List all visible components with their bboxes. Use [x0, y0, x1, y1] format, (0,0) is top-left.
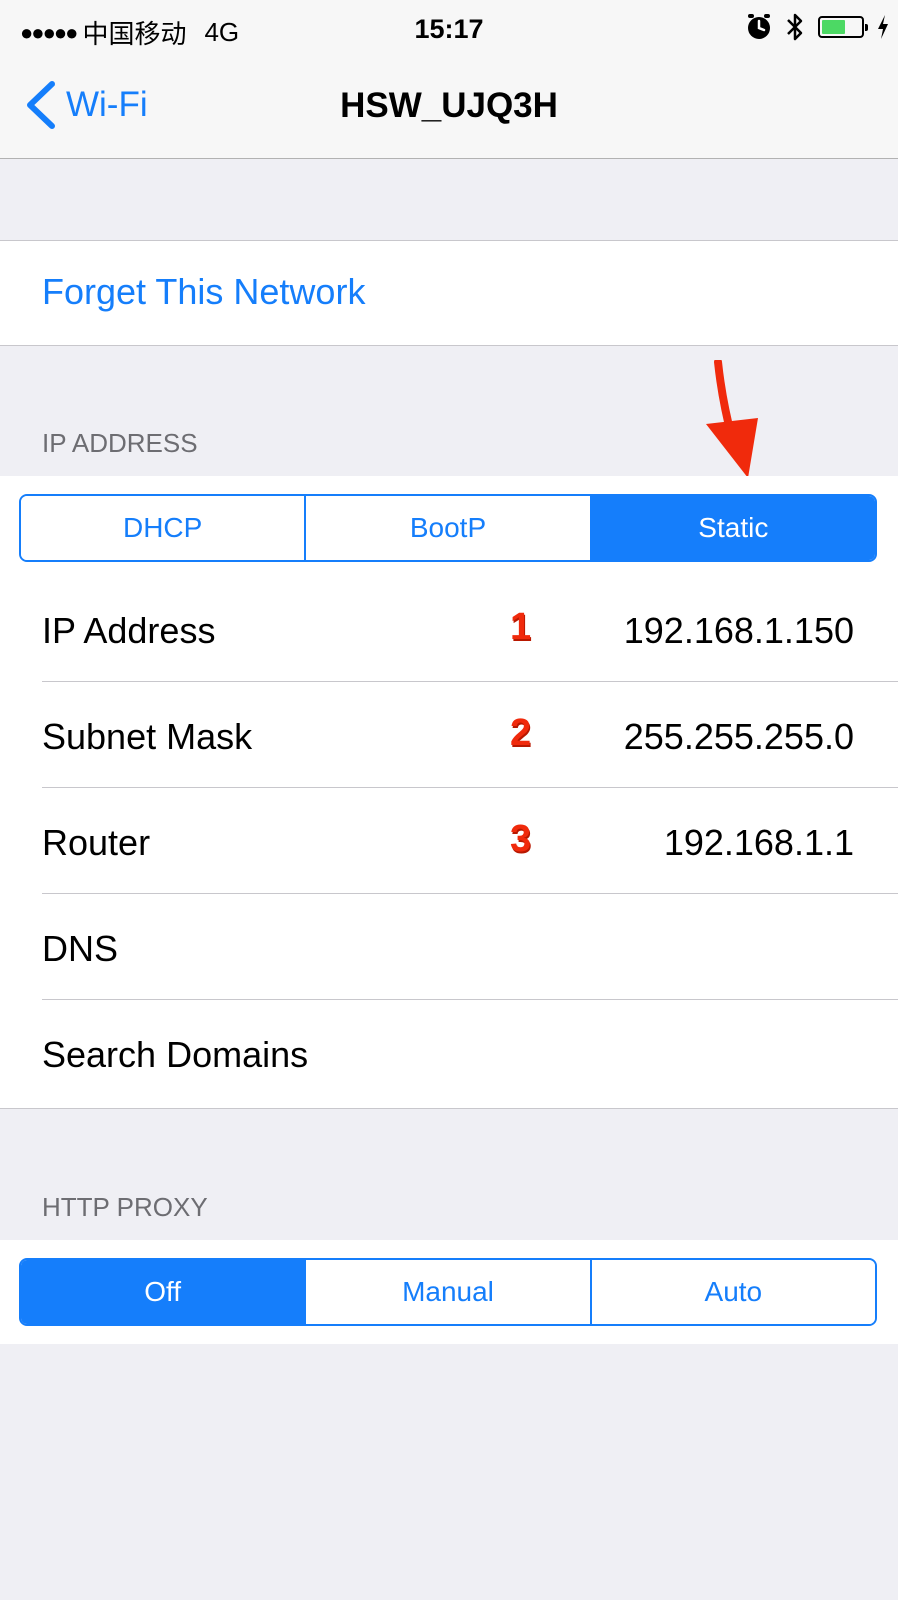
row-ip-address[interactable]: IP Address 1 192.168.1.150: [42, 576, 898, 682]
battery-icon: [818, 16, 868, 38]
status-bar: ●●●●● 中国移动 4G 15:17: [0, 0, 898, 62]
segment-manual[interactable]: Manual: [306, 1260, 592, 1324]
ip-settings-list: IP Address 1 192.168.1.150 Subnet Mask 2…: [0, 576, 898, 1109]
row-search-domains[interactable]: Search Domains: [42, 1000, 898, 1106]
ip-mode-segmented-control: DHCP BootP Static: [19, 494, 877, 562]
proxy-mode-segmented-control: Off Manual Auto: [19, 1258, 877, 1326]
row-label: Router: [42, 822, 151, 863]
row-label: IP Address: [42, 610, 216, 651]
navigation-bar: Wi-Fi HSW_UJQ3H: [0, 62, 898, 159]
row-label: DNS: [42, 928, 119, 969]
row-label: Subnet Mask: [42, 716, 253, 757]
router-value[interactable]: 192.168.1.1: [664, 822, 854, 864]
segment-dhcp[interactable]: DHCP: [21, 496, 307, 560]
ip-address-value[interactable]: 192.168.1.150: [624, 610, 854, 652]
status-right: [746, 12, 890, 42]
row-label: Search Domains: [42, 1034, 309, 1075]
annotation-marker: 3: [510, 818, 532, 860]
charging-icon: [878, 15, 888, 39]
row-subnet-mask[interactable]: Subnet Mask 2 255.255.255.0: [42, 682, 898, 788]
annotation-marker: 1: [510, 606, 532, 648]
annotation-arrow-icon: [706, 360, 758, 478]
segment-bootp[interactable]: BootP: [306, 496, 592, 560]
forget-network-button[interactable]: Forget This Network: [42, 271, 365, 313]
segment-off[interactable]: Off: [21, 1260, 307, 1324]
http-proxy-header: HTTP PROXY: [42, 1192, 208, 1222]
proxy-mode-band: Off Manual Auto: [0, 1240, 898, 1344]
alarm-icon: [748, 14, 770, 39]
empty-area: [0, 1344, 898, 1600]
row-dns[interactable]: DNS: [42, 894, 898, 1000]
segment-auto[interactable]: Auto: [591, 1260, 875, 1324]
ip-address-header: IP ADDRESS: [42, 428, 198, 458]
segment-static[interactable]: Static: [591, 496, 875, 560]
battery-level: [822, 20, 845, 34]
annotation-marker: 2: [510, 712, 532, 754]
forget-network-cell[interactable]: Forget This Network: [0, 240, 898, 346]
bluetooth-icon: [787, 13, 803, 41]
page-title: HSW_UJQ3H: [340, 86, 558, 125]
ip-mode-band: DHCP BootP Static: [0, 476, 898, 576]
row-router[interactable]: Router 3 192.168.1.1: [42, 788, 898, 894]
subnet-mask-value[interactable]: 255.255.255.0: [624, 716, 854, 758]
